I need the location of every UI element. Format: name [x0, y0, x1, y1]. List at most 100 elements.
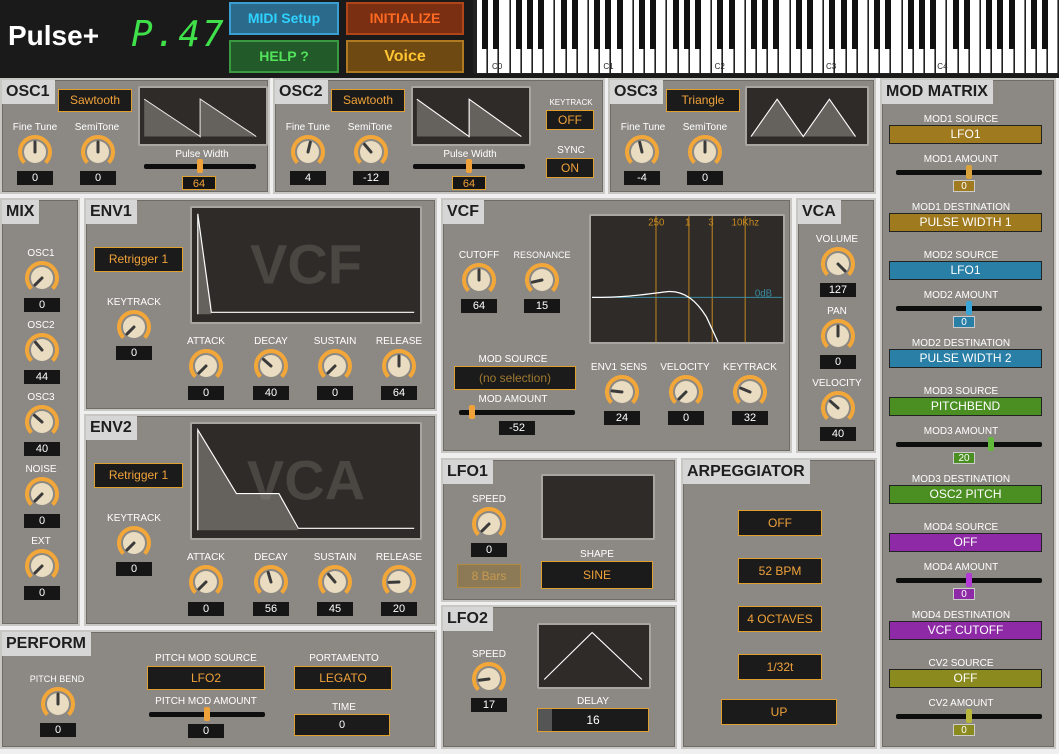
mod1-amount-thumb[interactable] — [966, 165, 972, 179]
lfo2-panel: LFO2 SPEED 17 DELAY 16 — [441, 605, 677, 749]
piano-white-key[interactable] — [1048, 0, 1059, 73]
mix-osc2-knob[interactable] — [24, 332, 60, 368]
osc1-pulse-width-thumb[interactable] — [197, 159, 203, 173]
pitch-mod-amount-thumb[interactable] — [204, 707, 210, 721]
mod3-amount-slider[interactable] — [896, 437, 1042, 451]
piano-white-key[interactable] — [701, 0, 712, 73]
piano-white-key[interactable] — [577, 0, 588, 73]
piano-keyboard[interactable]: C0 C1 C2 C3 C4 — [473, 0, 1059, 74]
env1-keytrack-value: 0 — [116, 346, 152, 360]
env1-sustain-knob[interactable] — [317, 348, 353, 384]
osc3-fine-tune-knob[interactable] — [624, 134, 660, 170]
piano-white-key[interactable] — [891, 0, 902, 73]
mod1-amount-slider[interactable] — [896, 165, 1042, 179]
env2-keytrack-knob[interactable] — [116, 525, 152, 561]
pitch-mod-source-select[interactable]: LFO2 — [147, 666, 265, 690]
piano-white-key[interactable] — [656, 0, 667, 73]
vcf-velocity-knob[interactable] — [668, 374, 704, 410]
arp-direction-select[interactable]: UP — [721, 699, 837, 725]
osc1-wave-select[interactable]: Sawtooth — [58, 89, 132, 112]
vcf-env1-sens-knob[interactable] — [604, 374, 640, 410]
vca-velocity-knob[interactable] — [820, 390, 856, 426]
lfo1-shape-select[interactable]: SINE — [541, 561, 653, 589]
initialize-button[interactable]: INITIALIZE — [346, 2, 464, 35]
mod4-source-select[interactable]: OFF — [889, 533, 1042, 552]
mix-osc3-knob[interactable] — [24, 404, 60, 440]
mix-osc1-knob[interactable] — [24, 260, 60, 296]
cv2-amount-slider[interactable] — [896, 709, 1042, 723]
arp-tempo-select[interactable]: 52 BPM — [738, 558, 822, 584]
osc2-keytrack-toggle[interactable]: OFF — [546, 110, 594, 130]
mod3-dest-select[interactable]: OSC2 PITCH — [889, 485, 1042, 504]
vcf-env1-sens-value: 24 — [604, 411, 640, 425]
mod2-source-select[interactable]: LFO1 — [889, 261, 1042, 280]
env2-attack-knob[interactable] — [188, 564, 224, 600]
osc2-wave-select[interactable]: Sawtooth — [331, 89, 405, 112]
pitch-mod-amount-slider[interactable] — [149, 707, 265, 721]
osc3-semitone-knob[interactable] — [687, 134, 723, 170]
osc2-fine-tune-knob[interactable] — [290, 134, 326, 170]
vcf-mod-amount-slider[interactable] — [459, 405, 575, 419]
mod1-dest-select[interactable]: PULSE WIDTH 1 — [889, 213, 1042, 232]
arp-octaves-select[interactable]: 4 OCTAVES — [738, 606, 822, 632]
env2-sustain-knob[interactable] — [317, 564, 353, 600]
osc2-semitone-knob[interactable] — [353, 134, 389, 170]
vcf-cutoff-knob[interactable] — [461, 262, 497, 298]
mod2-amount-thumb[interactable] — [966, 301, 972, 315]
pitch-bend-knob[interactable] — [40, 686, 76, 722]
cv2-source-select[interactable]: OFF — [889, 669, 1042, 688]
env2-retrigger-select[interactable]: Retrigger 1 — [94, 463, 183, 488]
mod2-dest-select[interactable]: PULSE WIDTH 2 — [889, 349, 1042, 368]
cv2-amount-thumb[interactable] — [966, 709, 972, 723]
piano-white-key[interactable] — [857, 0, 868, 73]
piano-white-key[interactable] — [544, 0, 555, 73]
lfo1-sync-select[interactable]: 8 Bars — [457, 564, 521, 588]
env1-attack-knob[interactable] — [188, 348, 224, 384]
lfo2-speed-knob[interactable] — [471, 661, 507, 697]
portamento-select[interactable]: LEGATO — [294, 666, 392, 690]
help-button[interactable]: HELP ? — [229, 40, 339, 73]
env1-keytrack-knob[interactable] — [116, 309, 152, 345]
osc2-pulse-width-slider[interactable] — [413, 159, 525, 173]
vcf-resonance-knob[interactable] — [524, 262, 560, 298]
vca-volume-knob[interactable] — [820, 246, 856, 282]
midi-setup-button[interactable]: MIDI Setup — [229, 2, 339, 35]
mod2-amount-slider[interactable] — [896, 301, 1042, 315]
mod3-amount-thumb[interactable] — [988, 437, 994, 451]
osc2-sync-toggle[interactable]: ON — [546, 158, 594, 178]
mod4-dest-select[interactable]: VCF CUTOFF — [889, 621, 1042, 640]
piano-white-key[interactable] — [813, 0, 824, 73]
piano-white-key[interactable] — [734, 0, 745, 73]
env1-release-knob[interactable] — [381, 348, 417, 384]
env2-decay-knob[interactable] — [253, 564, 289, 600]
mix-noise-knob[interactable] — [24, 476, 60, 512]
env1-retrigger-select[interactable]: Retrigger 1 — [94, 247, 183, 272]
piano-white-key[interactable] — [622, 0, 633, 73]
mix-ext-knob[interactable] — [24, 548, 60, 584]
osc3-wave-select[interactable]: Triangle — [666, 89, 740, 112]
osc1-pulse-width-slider[interactable] — [144, 159, 256, 173]
voice-button[interactable]: Voice — [346, 40, 464, 73]
env2-release-knob[interactable] — [381, 564, 417, 600]
portamento-time-bar[interactable]: 0 — [294, 714, 390, 736]
arp-mode-select[interactable]: OFF — [738, 510, 822, 536]
env1-decay-knob[interactable] — [253, 348, 289, 384]
arp-rate-select[interactable]: 1/32t — [738, 654, 822, 680]
osc1-fine-tune-knob[interactable] — [17, 134, 53, 170]
env2-sustain-label: SUSTAIN — [313, 552, 357, 563]
piano-white-key[interactable] — [1014, 0, 1025, 73]
lfo1-speed-knob[interactable] — [471, 506, 507, 542]
piano-white-key[interactable] — [779, 0, 790, 73]
lfo2-delay-bar[interactable]: 16 — [537, 708, 649, 732]
piano-white-key[interactable] — [969, 0, 980, 73]
mod4-amount-thumb[interactable] — [966, 573, 972, 587]
mod3-source-select[interactable]: PITCHBEND — [889, 397, 1042, 416]
vcf-mod-source-select[interactable]: (no selection) — [454, 366, 576, 390]
osc2-pulse-width-thumb[interactable] — [466, 159, 472, 173]
vcf-keytrack-knob[interactable] — [732, 374, 768, 410]
mod1-source-select[interactable]: LFO1 — [889, 125, 1042, 144]
vcf-mod-amount-thumb[interactable] — [469, 405, 475, 419]
mod4-amount-slider[interactable] — [896, 573, 1042, 587]
osc1-semitone-knob[interactable] — [80, 134, 116, 170]
vca-pan-knob[interactable] — [820, 318, 856, 354]
